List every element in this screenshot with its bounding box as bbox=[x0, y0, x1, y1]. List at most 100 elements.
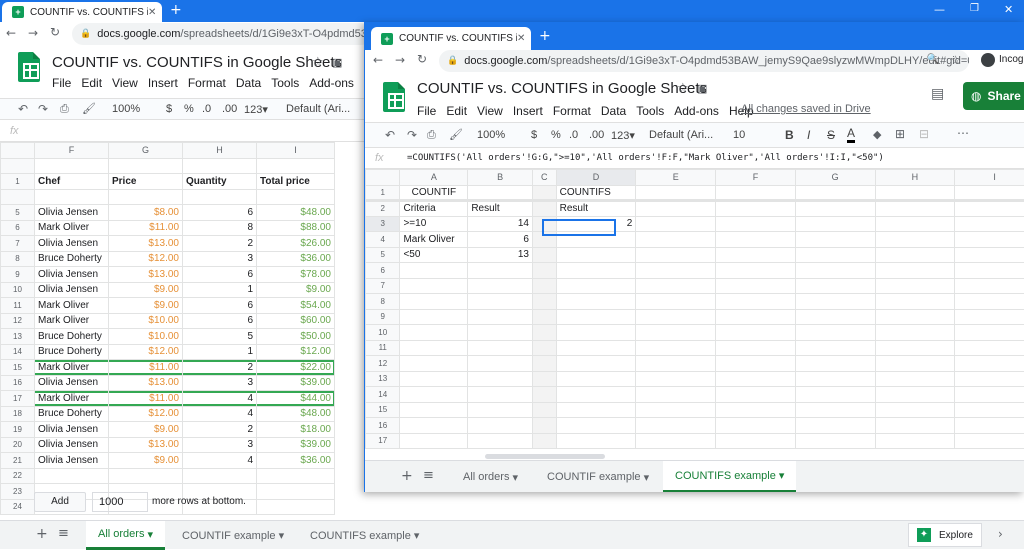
font-select[interactable]: Default (Ari... bbox=[649, 129, 713, 141]
incognito-icon[interactable] bbox=[981, 53, 995, 67]
price-cell[interactable]: $8.00 bbox=[109, 205, 183, 221]
column-header[interactable]: G bbox=[795, 170, 875, 186]
font-size-select[interactable]: 10 bbox=[733, 129, 745, 141]
cell-d[interactable] bbox=[556, 371, 636, 387]
menu-edit[interactable]: Edit bbox=[446, 104, 467, 118]
quantity-cell[interactable]: 2 bbox=[183, 236, 257, 252]
cell[interactable] bbox=[636, 185, 716, 201]
add-sheet-icon[interactable]: + bbox=[36, 526, 48, 542]
move-folder-icon[interactable]: ▣ bbox=[697, 82, 707, 95]
cell-c[interactable] bbox=[532, 433, 556, 449]
total-cell[interactable]: $48.00 bbox=[257, 205, 335, 221]
price-cell[interactable]: $11.00 bbox=[109, 391, 183, 407]
cell[interactable] bbox=[716, 278, 796, 294]
cell-b[interactable] bbox=[468, 418, 533, 434]
cell-d[interactable] bbox=[556, 278, 636, 294]
zoom-select[interactable]: 100% bbox=[112, 103, 140, 115]
cell-c[interactable] bbox=[532, 278, 556, 294]
paint-format-icon[interactable]: 🖌 bbox=[449, 128, 463, 141]
corner-cell[interactable] bbox=[1, 143, 35, 159]
cell[interactable] bbox=[716, 387, 796, 403]
all-sheets-icon[interactable]: ≡ bbox=[58, 526, 69, 541]
price-cell[interactable]: $12.00 bbox=[109, 406, 183, 422]
row-header[interactable]: 11 bbox=[1, 298, 35, 314]
more-options-icon[interactable]: ⋯ bbox=[957, 126, 969, 140]
row-header[interactable]: 19 bbox=[1, 422, 35, 438]
cell-b[interactable] bbox=[468, 325, 533, 341]
cell[interactable] bbox=[716, 247, 796, 263]
cell[interactable] bbox=[795, 340, 875, 356]
row-header[interactable]: 12 bbox=[1, 313, 35, 329]
cell[interactable] bbox=[716, 263, 796, 279]
cell-d[interactable] bbox=[556, 294, 636, 310]
fill-color-icon[interactable]: ◆ bbox=[873, 128, 881, 141]
cell-a[interactable] bbox=[400, 263, 468, 279]
cell-c[interactable] bbox=[532, 232, 556, 248]
total-cell[interactable]: $36.00 bbox=[257, 453, 335, 469]
cell[interactable] bbox=[636, 387, 716, 403]
close-tab-icon[interactable]: ✕ bbox=[148, 7, 156, 18]
cell-c[interactable] bbox=[532, 340, 556, 356]
chef-cell[interactable]: Olivia Jensen bbox=[35, 282, 109, 298]
price-cell[interactable]: $12.00 bbox=[109, 251, 183, 267]
cell-a[interactable]: Mark Oliver bbox=[400, 232, 468, 248]
row-header[interactable]: 8 bbox=[366, 294, 400, 310]
undo-icon[interactable]: ↶ bbox=[385, 128, 395, 142]
menu-file[interactable]: File bbox=[417, 104, 436, 118]
total-cell[interactable]: $18.00 bbox=[257, 422, 335, 438]
decrease-decimal-button[interactable]: .0 bbox=[569, 129, 578, 141]
cell-a[interactable] bbox=[400, 371, 468, 387]
maximize-icon[interactable]: ❐ bbox=[970, 3, 979, 14]
cell-d[interactable] bbox=[556, 232, 636, 248]
total-cell[interactable]: $88.00 bbox=[257, 220, 335, 236]
cell-b[interactable] bbox=[468, 294, 533, 310]
cell-c[interactable] bbox=[532, 402, 556, 418]
cell[interactable] bbox=[795, 263, 875, 279]
quantity-cell[interactable]: 6 bbox=[183, 205, 257, 221]
cell[interactable] bbox=[795, 356, 875, 372]
increase-decimal-button[interactable]: .00 bbox=[222, 103, 237, 115]
print-icon[interactable]: ⎙ bbox=[60, 102, 69, 116]
cell-a[interactable] bbox=[400, 402, 468, 418]
cell-a[interactable] bbox=[400, 325, 468, 341]
row-header[interactable]: 18 bbox=[1, 406, 35, 422]
column-header[interactable]: A bbox=[400, 170, 468, 186]
cell-c[interactable] bbox=[532, 418, 556, 434]
cell[interactable] bbox=[955, 232, 1024, 248]
menu-insert[interactable]: Insert bbox=[513, 104, 543, 118]
cell[interactable] bbox=[795, 201, 875, 217]
currency-button[interactable]: $ bbox=[166, 103, 172, 115]
cell[interactable] bbox=[35, 158, 109, 174]
corner-cell[interactable] bbox=[366, 170, 400, 186]
side-panel-arrow-icon[interactable]: › bbox=[998, 527, 1003, 541]
column-header[interactable]: G bbox=[109, 143, 183, 159]
cell[interactable] bbox=[716, 216, 796, 232]
row-header[interactable]: 21 bbox=[1, 453, 35, 469]
cell[interactable] bbox=[716, 402, 796, 418]
back-tab-countif[interactable]: COUNTIF example ▾ bbox=[170, 521, 296, 550]
total-cell[interactable]: $39.00 bbox=[257, 375, 335, 391]
chef-cell[interactable]: Bruce Doherty bbox=[35, 406, 109, 422]
cell[interactable] bbox=[109, 189, 183, 205]
cell-a[interactable] bbox=[400, 309, 468, 325]
chef-cell[interactable]: Olivia Jensen bbox=[35, 267, 109, 283]
back-tab-all-orders[interactable]: All orders ▾ bbox=[86, 521, 165, 550]
cell-c[interactable] bbox=[532, 387, 556, 403]
cell[interactable] bbox=[875, 402, 955, 418]
cell[interactable] bbox=[875, 340, 955, 356]
total-cell[interactable]: $50.00 bbox=[257, 329, 335, 345]
quantity-cell[interactable]: 6 bbox=[183, 313, 257, 329]
cell-c[interactable] bbox=[532, 247, 556, 263]
share-button[interactable]: ◍Share bbox=[963, 82, 1024, 110]
back-sheets-logo[interactable] bbox=[18, 52, 40, 82]
cell-b[interactable]: Result bbox=[468, 201, 533, 217]
cell[interactable] bbox=[716, 356, 796, 372]
cell-b[interactable] bbox=[468, 433, 533, 449]
cell[interactable] bbox=[955, 340, 1024, 356]
cell-a[interactable] bbox=[400, 418, 468, 434]
add-rows-input[interactable]: 1000 bbox=[92, 492, 148, 512]
price-cell[interactable]: $9.00 bbox=[109, 453, 183, 469]
cell[interactable] bbox=[955, 216, 1024, 232]
cell[interactable] bbox=[257, 158, 335, 174]
header-cell[interactable]: Quantity bbox=[183, 174, 257, 190]
